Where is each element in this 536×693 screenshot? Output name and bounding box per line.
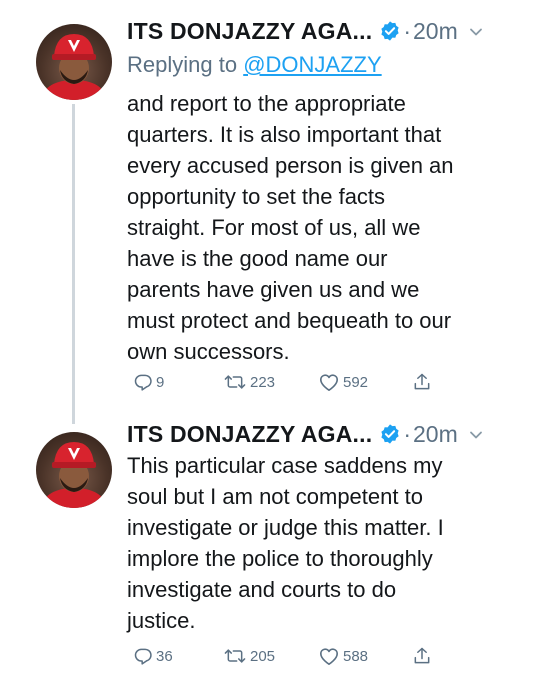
retweet-button[interactable]: 205 (223, 646, 275, 666)
tweet-1[interactable]: ITS DONJAZZY AGA... · 20m Replying to @D… (0, 0, 536, 424)
timestamp[interactable]: 20m (413, 421, 458, 448)
display-name[interactable]: ITS DONJAZZY AGA... (127, 18, 372, 45)
separator-dot: · (403, 17, 411, 44)
share-button[interactable] (412, 646, 435, 666)
text-line: have is the good name our (127, 246, 388, 271)
avatar[interactable] (36, 24, 112, 100)
avatar[interactable] (36, 432, 112, 508)
text-line: investigate or judge this matter. I (127, 515, 444, 540)
reply-button[interactable]: 9 (133, 372, 164, 392)
action-bar: 36 205 588 (133, 646, 443, 672)
text-line: parents have given us and we (127, 277, 420, 302)
text-line: soul but I am not competent to (127, 484, 423, 509)
text-line: and report to the appropriate (127, 91, 406, 116)
like-button[interactable]: 588 (318, 646, 368, 666)
text-line: own successors. (127, 339, 290, 364)
reply-button[interactable]: 36 (133, 646, 173, 666)
display-name[interactable]: ITS DONJAZZY AGA... (127, 421, 372, 448)
share-icon (414, 373, 430, 390)
timestamp[interactable]: 20m (413, 18, 458, 45)
replying-to: Replying to @DONJAZZY (127, 52, 382, 78)
tweet-text: and report to the appropriate quarters. … (127, 88, 487, 367)
text-line: quarters. It is also important that (127, 122, 442, 147)
share-button[interactable] (412, 372, 435, 392)
text-line: opportunity to set the facts (127, 184, 386, 209)
retweet-count: 223 (250, 373, 276, 391)
reply-icon (134, 648, 152, 665)
tweet-header: ITS DONJAZZY AGA... · 20m (127, 14, 484, 48)
replying-prefix: Replying to (127, 52, 238, 77)
action-bar: 9 223 592 (133, 372, 443, 398)
text-line: This particular case saddens my (127, 453, 443, 478)
verified-badge-icon (379, 423, 401, 445)
text-line: justice. (127, 608, 196, 633)
like-count: 592 (343, 373, 369, 391)
verified-badge-icon (379, 20, 401, 42)
tweet-text: This particular case saddens my soul but… (127, 450, 487, 636)
text-line: implore the police to thoroughly (127, 546, 433, 571)
like-count: 588 (343, 647, 369, 665)
retweet-icon (224, 375, 246, 389)
text-line: must protect and bequeath to our (127, 308, 452, 333)
tweet-header: ITS DONJAZZY AGA... · 20m (127, 417, 484, 451)
text-line: straight. For most of us, all we (127, 215, 421, 240)
chevron-down-icon[interactable] (468, 24, 484, 40)
chevron-down-icon[interactable] (468, 427, 484, 443)
retweet-icon (224, 649, 246, 663)
reply-count: 36 (156, 647, 173, 665)
heart-icon (320, 648, 338, 665)
heart-icon (320, 374, 338, 391)
thread-line (72, 104, 75, 424)
text-line: every accused person is given an (127, 153, 454, 178)
reply-icon (134, 374, 152, 391)
tweet-2[interactable]: ITS DONJAZZY AGA... · 20m This particula… (0, 415, 536, 693)
retweet-button[interactable]: 223 (223, 372, 275, 392)
reply-count: 9 (156, 373, 165, 391)
text-line: investigate and courts to do (127, 577, 397, 602)
retweet-count: 205 (250, 647, 276, 665)
like-button[interactable]: 592 (318, 372, 368, 392)
separator-dot: · (403, 420, 411, 447)
replying-handle-link[interactable]: @DONJAZZY (243, 52, 381, 77)
share-icon (414, 647, 430, 664)
